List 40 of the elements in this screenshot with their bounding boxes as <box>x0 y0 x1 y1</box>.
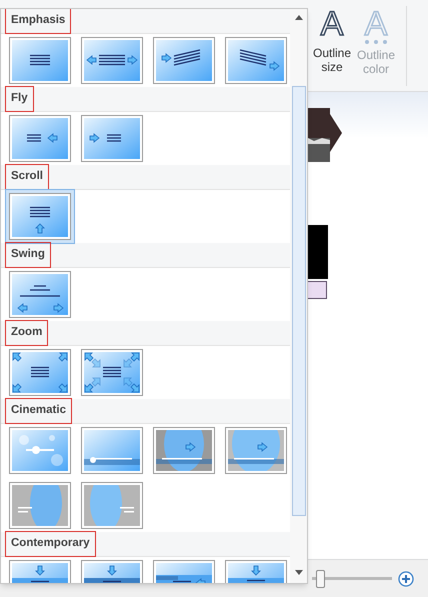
section-heading: Fly <box>5 86 34 112</box>
split-reveal-icon <box>12 485 68 526</box>
outline-letter-icon: A <box>364 6 388 42</box>
fly-left-icon <box>12 118 68 159</box>
lines-icon <box>12 40 68 81</box>
expand-arrows-icon <box>84 40 140 81</box>
effect-option[interactable] <box>9 37 71 84</box>
scroll-up-icon[interactable] <box>294 15 302 20</box>
zoom-slider[interactable] <box>312 570 392 588</box>
effect-option[interactable] <box>9 271 71 318</box>
swing-arrows-icon <box>12 274 68 315</box>
split-reveal-icon <box>84 485 140 526</box>
outline-letter-icon: A <box>320 6 344 42</box>
section-heading: Zoom <box>5 320 48 346</box>
section-heading: Contemporary <box>5 531 96 557</box>
light-bar-icon <box>84 430 140 471</box>
slider-thumb[interactable] <box>316 570 325 588</box>
spotlight-icon <box>156 430 212 471</box>
sparkle-icon <box>12 430 68 471</box>
effect-option[interactable] <box>81 349 143 396</box>
tilted-lines-icon <box>156 40 212 81</box>
effect-option[interactable] <box>225 37 287 84</box>
tilted-lines-icon <box>228 40 284 81</box>
section-heading: Emphasis <box>5 9 72 34</box>
zoom-arrows-icon <box>84 352 140 393</box>
section-heading: Swing <box>5 242 51 268</box>
scroll-down-icon[interactable] <box>294 570 302 575</box>
zoom-in-icon[interactable] <box>398 570 414 586</box>
section-heading: Cinematic <box>5 398 72 424</box>
fly-right-icon <box>84 118 140 159</box>
spotlight-icon <box>228 430 284 471</box>
scrollbar[interactable] <box>290 9 307 583</box>
color-swatch-icon <box>365 40 387 44</box>
effect-option[interactable] <box>5 189 75 244</box>
scrollbar-thumb[interactable] <box>292 86 306 516</box>
zoom-arrows-icon <box>12 352 68 393</box>
effect-option[interactable] <box>9 349 71 396</box>
effect-option[interactable] <box>81 37 143 84</box>
ribbon-button[interactable]: A Outline size <box>310 6 354 91</box>
effect-option[interactable] <box>153 37 215 84</box>
